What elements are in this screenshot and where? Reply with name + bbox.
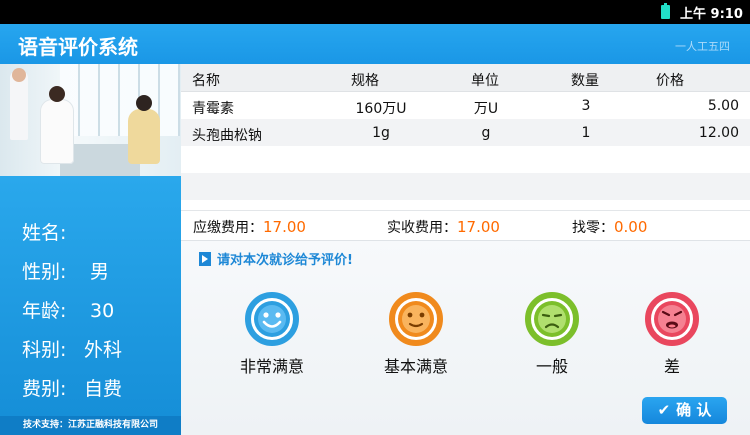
satisfied-face-icon bbox=[389, 292, 443, 346]
rating-unhappy[interactable]: 差 bbox=[622, 292, 722, 377]
fee-paid: 实收费用：17.00 bbox=[387, 217, 532, 237]
fee-change-value: 0.00 bbox=[614, 218, 689, 236]
row-spec: 160万U bbox=[355, 101, 407, 117]
patient-fee-type: 自费 bbox=[84, 378, 123, 400]
patient-gender: 男 bbox=[90, 261, 110, 283]
rating-label: 非常满意 bbox=[239, 357, 304, 376]
header-unit: 单位 bbox=[471, 73, 499, 89]
rating-prompt-text: 请对本次就诊给予评价! bbox=[217, 253, 353, 268]
rating-prompt: 请对本次就诊给予评价! bbox=[199, 249, 353, 268]
fee-change-label: 找零： bbox=[572, 220, 614, 236]
row-unit: 万U bbox=[473, 101, 499, 117]
patient-age-row: 年龄: 30 bbox=[22, 296, 114, 323]
patient-age: 30 bbox=[90, 300, 115, 322]
fee-due-value: 17.00 bbox=[263, 218, 338, 236]
name-label: 姓名: bbox=[22, 222, 67, 244]
header-qty: 数量 bbox=[571, 73, 599, 89]
fee-paid-label: 实收费用： bbox=[387, 220, 457, 236]
table-row-empty bbox=[181, 173, 750, 200]
play-arrow-icon bbox=[199, 252, 211, 266]
row-name: 头孢曲松钠 bbox=[192, 128, 262, 144]
row-name: 青霉素 bbox=[192, 101, 234, 117]
fee-type-label: 费别: bbox=[22, 378, 67, 400]
patient-gender-row: 性别: 男 bbox=[22, 257, 109, 284]
patient-fee-type-row: 费别: 自费 bbox=[22, 374, 122, 401]
fee-change: 找零：0.00 bbox=[572, 217, 689, 237]
app-header: 语音评价系统 一人工五四 bbox=[0, 24, 750, 64]
dept-label: 科别: bbox=[22, 339, 67, 361]
table-row: 头孢曲松钠 1g g 1 12.00 bbox=[181, 119, 750, 146]
neutral-face-icon bbox=[525, 292, 579, 346]
rating-label: 差 bbox=[663, 357, 680, 376]
age-label: 年龄: bbox=[22, 300, 67, 322]
rating-label: 一般 bbox=[535, 357, 568, 376]
row-qty: 3 bbox=[581, 98, 591, 114]
tech-support-text: 技术支持：江苏正融科技有限公司 bbox=[0, 416, 181, 435]
header-right-text: 一人工五四 bbox=[675, 40, 730, 53]
fee-due: 应缴费用：17.00 bbox=[193, 217, 338, 237]
header-price: 价格 bbox=[656, 73, 684, 89]
rating-satisfied[interactable]: 基本满意 bbox=[366, 292, 466, 377]
rating-very-satisfied[interactable]: 非常满意 bbox=[222, 292, 322, 377]
row-price: 5.00 bbox=[707, 98, 739, 114]
confirm-button[interactable]: ✔ 确 认 bbox=[642, 397, 727, 424]
patient-info: 姓名: 性别: 男 年龄: 30 科别: 外科 费别: 自费 bbox=[0, 176, 181, 416]
status-bar: 上午 9:10 bbox=[0, 0, 750, 24]
fees-bar: 应缴费用：17.00 实收费用：17.00 找零：0.00 bbox=[181, 210, 750, 240]
patient-dept: 外科 bbox=[84, 339, 123, 361]
confirm-label: 确 认 bbox=[676, 401, 712, 419]
status-time: 上午 9:10 bbox=[680, 7, 743, 22]
header-spec: 规格 bbox=[351, 73, 379, 89]
row-price: 12.00 bbox=[698, 125, 739, 141]
table-header: 名称 规格 单位 数量 价格 bbox=[181, 64, 750, 92]
very-satisfied-face-icon bbox=[245, 292, 299, 346]
prescription-table: 名称 规格 单位 数量 价格 青霉素 160万U 万U 3 5.00 头孢曲松钠… bbox=[181, 64, 750, 200]
unhappy-face-icon bbox=[645, 292, 699, 346]
row-unit: g bbox=[481, 125, 491, 141]
clinic-photo bbox=[0, 64, 181, 176]
table-row-empty bbox=[181, 146, 750, 173]
fee-due-label: 应缴费用： bbox=[193, 220, 263, 236]
app-title: 语音评价系统 bbox=[18, 35, 138, 59]
patient-name-row: 姓名: bbox=[22, 218, 90, 245]
patient-dept-row: 科别: 外科 bbox=[22, 335, 122, 362]
fee-paid-value: 17.00 bbox=[457, 218, 532, 236]
table-row: 青霉素 160万U 万U 3 5.00 bbox=[181, 92, 750, 119]
gender-label: 性别: bbox=[22, 261, 67, 283]
row-qty: 1 bbox=[581, 125, 591, 141]
row-spec: 1g bbox=[372, 125, 390, 141]
patient-panel: 姓名: 性别: 男 年龄: 30 科别: 外科 费别: 自费 技术支持：江苏正融科技有限… bbox=[0, 64, 181, 435]
battery-icon bbox=[661, 3, 670, 19]
rating-neutral[interactable]: 一般 bbox=[502, 292, 602, 377]
header-name: 名称 bbox=[192, 73, 220, 89]
rating-label: 基本满意 bbox=[383, 357, 448, 376]
check-icon: ✔ bbox=[657, 401, 671, 419]
